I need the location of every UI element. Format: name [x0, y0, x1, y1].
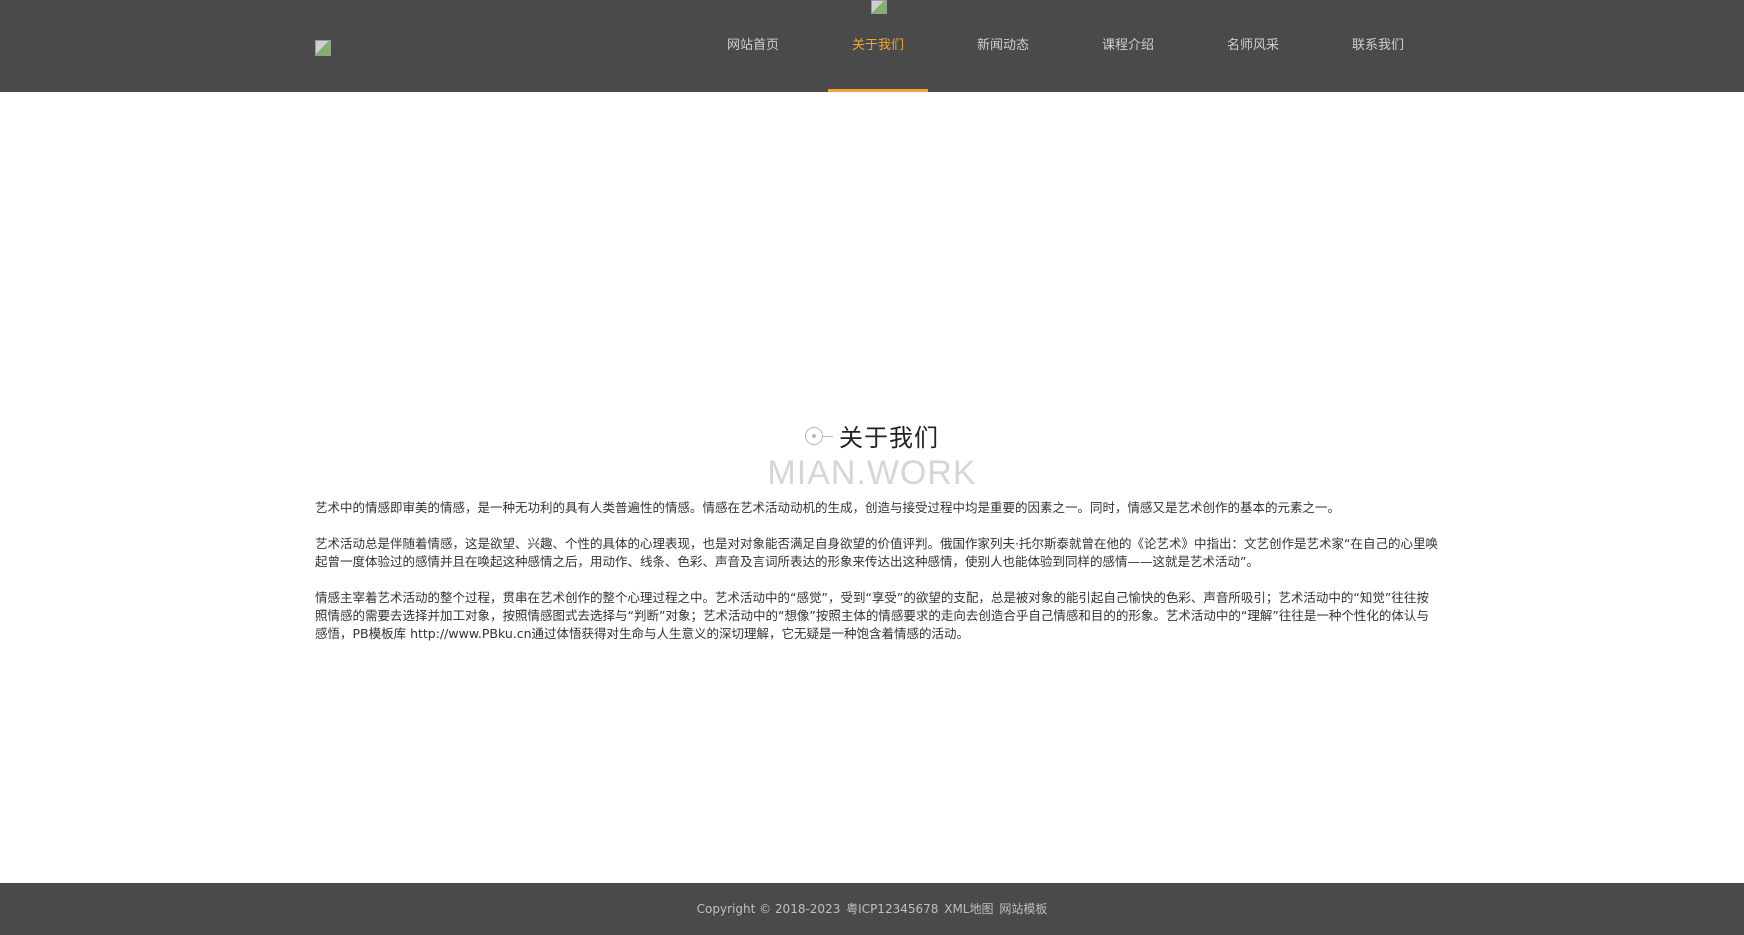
footer-icp-link[interactable]: 粤ICP12345678 — [846, 902, 938, 916]
site-header: 网站首页 关于我们 新闻动态 课程介绍 名师风采 联系我们 — [0, 0, 1744, 92]
content-paragraph-2: 艺术活动总是伴随着情感，这是欲望、兴趣、个性的具体的心理表现，也是对对象能否满足… — [315, 536, 1438, 569]
content-paragraph-3: 情感主宰着艺术活动的整个过程，贯串在艺术创作的整个心理过程之中。艺术活动中的“感… — [315, 590, 1429, 641]
nav-item-label: 网站首页 — [726, 38, 779, 53]
section-subtitle: MIAN.WORK — [767, 454, 977, 492]
active-nav-underline — [828, 89, 928, 92]
footer-copyright: Copyright © 2018-2023 — [696, 902, 841, 916]
footer-xml-map-link[interactable]: XML地图 — [944, 902, 993, 916]
site-footer: Copyright © 2018-2023 粤ICP12345678 XML地图… — [0, 883, 1744, 935]
nav-item-label: 新闻动态 — [976, 38, 1029, 53]
content-paragraph-1: 艺术中的情感即审美的情感，是一种无功利的具有人类普遍性的情感。情感在艺术活动动机… — [315, 500, 1341, 515]
nav-item-news[interactable]: 新闻动态 — [953, 0, 1053, 92]
nav-item-label: 关于我们 — [851, 38, 904, 53]
nav-item-label: 名师风采 — [1226, 38, 1279, 53]
section-heading: 关于我们 MIAN.WORK — [0, 418, 1744, 493]
nav-item-teachers[interactable]: 名师风采 — [1203, 0, 1303, 92]
main-nav: 网站首页 关于我们 新闻动态 课程介绍 名师风采 联系我们 — [0, 0, 1744, 92]
nav-item-home[interactable]: 网站首页 — [703, 0, 803, 92]
nav-item-contact[interactable]: 联系我们 — [1328, 0, 1428, 92]
section-title-row: 关于我们 — [805, 418, 939, 453]
nav-item-about[interactable]: 关于我们 — [828, 0, 928, 92]
nav-item-label: 课程介绍 — [1101, 38, 1154, 53]
nav-item-courses[interactable]: 课程介绍 — [1078, 0, 1178, 92]
section-title: 关于我们 — [839, 424, 939, 452]
target-line-icon — [805, 426, 833, 446]
nav-item-label: 联系我们 — [1351, 38, 1404, 53]
footer-template-link[interactable]: 网站模板 — [999, 902, 1047, 916]
about-content: 艺术中的情感即审美的情感，是一种无功利的具有人类普遍性的情感。情感在艺术活动动机… — [315, 499, 1440, 661]
